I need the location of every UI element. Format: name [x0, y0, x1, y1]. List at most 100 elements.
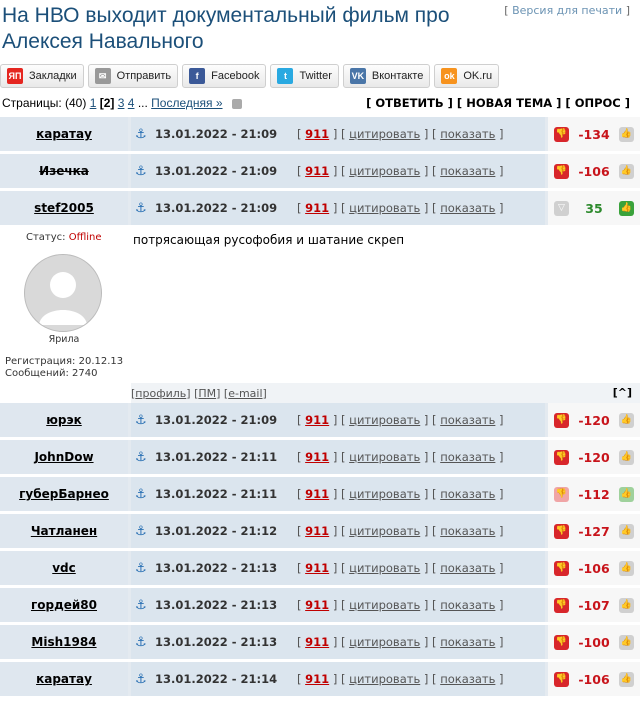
anchor-icon[interactable]: ⚓	[135, 487, 149, 502]
share-label: OK.ru	[463, 70, 493, 82]
share-button-2[interactable]: f Facebook	[182, 64, 267, 88]
downvote-icon[interactable]: 👎	[554, 163, 569, 179]
anchor-icon[interactable]: ⚓	[135, 635, 149, 650]
downvote-icon[interactable]: 👎	[554, 449, 569, 465]
quote-link[interactable]: цитировать	[349, 164, 420, 178]
downvote-icon[interactable]: 👎	[554, 126, 569, 142]
report-911-link[interactable]: 911	[305, 127, 329, 141]
share-button-0[interactable]: ЯП Закладки	[0, 64, 84, 88]
upvote-icon[interactable]: 👍	[619, 486, 634, 502]
upvote-icon[interactable]: 👍	[619, 449, 634, 465]
upvote-icon[interactable]: 👍	[619, 163, 634, 179]
downvote-icon[interactable]: ▽	[554, 200, 569, 216]
quote-link[interactable]: цитировать	[349, 201, 420, 215]
anchor-icon[interactable]: ⚓	[135, 561, 149, 576]
post-author-link[interactable]: каратау	[0, 662, 128, 696]
downvote-icon[interactable]: 👎	[554, 560, 569, 576]
topic-actions[interactable]: [ ОТВЕТИТЬ ] [ НОВАЯ ТЕМА ] [ ОПРОС ]	[366, 96, 630, 110]
post-author-link[interactable]: JohnDow	[0, 440, 128, 474]
show-link[interactable]: показать	[440, 635, 495, 649]
post-author-link[interactable]: юрэк	[0, 403, 128, 437]
upvote-icon[interactable]: 👍	[619, 560, 634, 576]
report-911-link[interactable]: 911	[305, 524, 329, 538]
post-author-link[interactable]: Изечка	[0, 154, 128, 188]
report-911-link[interactable]: 911	[305, 672, 329, 686]
quote-link[interactable]: цитировать	[349, 413, 420, 427]
post-meta: ⚓ 13.01.2022 - 21:14 [ 911 ] [ цитировать …	[131, 662, 545, 696]
share-button-5[interactable]: ok OK.ru	[434, 64, 500, 88]
upvote-icon[interactable]: 👍	[619, 523, 634, 539]
upvote-icon[interactable]: 👍	[619, 671, 634, 687]
post-author-link[interactable]: vdc	[0, 551, 128, 585]
upvote-icon[interactable]: 👍	[619, 597, 634, 613]
report-911-link[interactable]: 911	[305, 164, 329, 178]
report-911-link[interactable]: 911	[305, 487, 329, 501]
anchor-icon[interactable]: ⚓	[135, 164, 149, 179]
show-link[interactable]: показать	[440, 487, 495, 501]
post-author-link[interactable]: Mish1984	[0, 625, 128, 659]
quote-link[interactable]: цитировать	[349, 672, 420, 686]
report-911-link[interactable]: 911	[305, 450, 329, 464]
report-911-link[interactable]: 911	[305, 635, 329, 649]
profile-link[interactable]: профиль	[135, 387, 186, 400]
print-version-link[interactable]: Версия для печати	[512, 4, 622, 17]
downvote-icon[interactable]: 👎	[554, 412, 569, 428]
post-meta: ⚓ 13.01.2022 - 21:11 [ 911 ] [ цитировать …	[131, 477, 545, 511]
post-author-link[interactable]: гордей80	[0, 588, 128, 622]
anchor-icon[interactable]: ⚓	[135, 524, 149, 539]
anchor-icon[interactable]: ⚓	[135, 201, 149, 216]
anchor-icon[interactable]: ⚓	[135, 672, 149, 687]
upvote-icon[interactable]: 👍	[619, 412, 634, 428]
upvote-icon[interactable]: 👍	[619, 634, 634, 650]
show-link[interactable]: показать	[440, 127, 495, 141]
show-link[interactable]: показать	[440, 672, 495, 686]
post-author-link[interactable]: губерБарнео	[0, 477, 128, 511]
pm-link[interactable]: ПМ	[198, 387, 216, 400]
post-links: [ 911 ] [ цитировать ] [ показать ]	[297, 672, 504, 686]
page-4-link[interactable]: 4	[128, 96, 135, 110]
show-link[interactable]: показать	[440, 201, 495, 215]
quote-link[interactable]: цитировать	[349, 635, 420, 649]
anchor-icon[interactable]: ⚓	[135, 450, 149, 465]
email-link[interactable]: e-mail	[228, 387, 262, 400]
share-button-4[interactable]: VK Вконтакте	[342, 64, 431, 88]
show-link[interactable]: показать	[440, 561, 495, 575]
show-link[interactable]: показать	[440, 450, 495, 464]
quote-link[interactable]: цитировать	[349, 127, 420, 141]
quote-link[interactable]: цитировать	[349, 487, 420, 501]
downvote-icon[interactable]: 👎	[554, 634, 569, 650]
downvote-icon[interactable]: 👎	[554, 597, 569, 613]
post-author-link[interactable]: stef2005	[0, 191, 128, 225]
scroll-top-button[interactable]: [^]	[613, 386, 632, 399]
quote-link[interactable]: цитировать	[349, 524, 420, 538]
show-link[interactable]: показать	[440, 598, 495, 612]
upvote-icon[interactable]: 👍	[619, 126, 634, 142]
page-1-link[interactable]: 1	[90, 96, 97, 110]
post-row: каратау ⚓ 13.01.2022 - 21:14 [ 911 ] [ цити…	[0, 662, 640, 696]
share-button-3[interactable]: t Twitter	[270, 64, 339, 88]
report-911-link[interactable]: 911	[305, 201, 329, 215]
quote-link[interactable]: цитировать	[349, 598, 420, 612]
anchor-icon[interactable]: ⚓	[135, 127, 149, 142]
print-version[interactable]: [ Версия для печати ]	[504, 4, 630, 17]
downvote-icon[interactable]: 👎	[554, 486, 569, 502]
post-author-link[interactable]: каратау	[0, 117, 128, 151]
show-link[interactable]: показать	[440, 164, 495, 178]
upvote-icon[interactable]: 👍	[619, 200, 634, 216]
report-911-link[interactable]: 911	[305, 413, 329, 427]
anchor-icon[interactable]: ⚓	[135, 598, 149, 613]
last-page-link[interactable]: Последняя »	[151, 96, 222, 110]
downvote-icon[interactable]: 👎	[554, 671, 569, 687]
share-button-1[interactable]: ✉ Отправить	[87, 64, 179, 88]
downvote-icon[interactable]: 👎	[554, 523, 569, 539]
show-link[interactable]: показать	[440, 413, 495, 427]
show-link[interactable]: показать	[440, 524, 495, 538]
quote-link[interactable]: цитировать	[349, 561, 420, 575]
anchor-icon[interactable]: ⚓	[135, 413, 149, 428]
report-911-link[interactable]: 911	[305, 561, 329, 575]
report-911-link[interactable]: 911	[305, 598, 329, 612]
page-3-link[interactable]: 3	[118, 96, 125, 110]
quote-link[interactable]: цитировать	[349, 450, 420, 464]
page-jump-icon[interactable]	[231, 98, 242, 109]
post-author-link[interactable]: Чатланен	[0, 514, 128, 548]
